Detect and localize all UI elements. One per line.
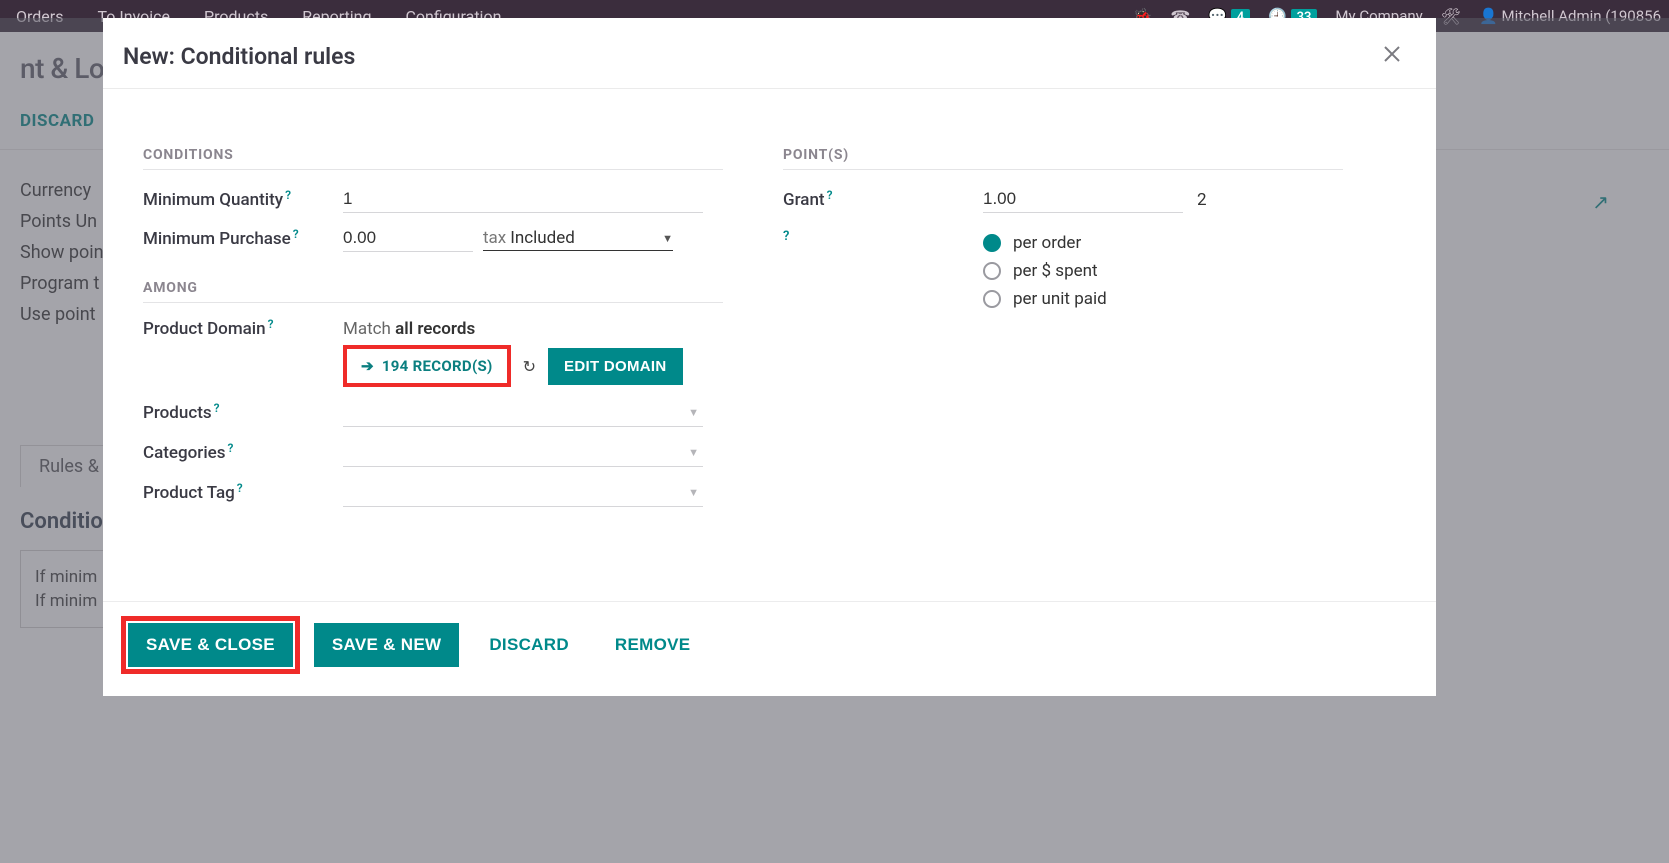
help-icon[interactable]: ? — [268, 317, 274, 331]
help-icon[interactable]: ? — [237, 481, 243, 495]
save-new-button[interactable]: SAVE & NEW — [314, 623, 459, 667]
radio-per-dollar[interactable]: per $ spent — [983, 261, 1107, 281]
min-purchase-label: Minimum Purchase — [143, 229, 291, 249]
min-quantity-label: Minimum Quantity — [143, 190, 283, 210]
product-tag-row: Product Tag? ▼ — [143, 479, 723, 507]
arrow-right-icon: ➔ — [361, 357, 374, 375]
conditional-rules-modal: New: Conditional rules CONDITIONS Minimu… — [103, 18, 1436, 696]
among-heading: AMONG — [143, 280, 723, 303]
product-tag-select[interactable]: ▼ — [343, 479, 703, 507]
edit-domain-button[interactable]: EDIT DOMAIN — [548, 348, 682, 385]
radio-per-order-label: per order — [1013, 233, 1081, 253]
min-quantity-row: Minimum Quantity? — [143, 186, 723, 213]
grant-input[interactable] — [983, 186, 1183, 213]
help-icon[interactable]: ? — [228, 441, 234, 455]
help-icon[interactable]: ? — [214, 401, 220, 415]
min-purchase-input[interactable] — [343, 225, 473, 252]
chevron-down-icon: ▼ — [688, 406, 703, 419]
grant-suffix: 2 — [1197, 190, 1207, 210]
grant-row: Grant? 2 — [783, 186, 1343, 213]
modal-footer: SAVE & CLOSE SAVE & NEW DISCARD REMOVE — [103, 601, 1436, 696]
help-icon[interactable]: ? — [827, 188, 833, 202]
save-close-button[interactable]: SAVE & CLOSE — [128, 623, 293, 667]
radio-per-dollar-label: per $ spent — [1013, 261, 1098, 281]
close-icon[interactable] — [1380, 42, 1404, 70]
chevron-down-icon: ▼ — [662, 232, 673, 245]
products-row: Products? ▼ — [143, 399, 723, 427]
help-icon[interactable]: ? — [783, 229, 789, 244]
tax-label: tax — [483, 228, 506, 248]
min-quantity-input[interactable] — [343, 186, 703, 213]
categories-label: Categories — [143, 443, 226, 463]
highlight-save-close: SAVE & CLOSE — [121, 616, 300, 674]
domain-match-text: Match all records — [343, 319, 683, 339]
min-purchase-row: Minimum Purchase? tax Included ▼ — [143, 225, 723, 252]
help-icon[interactable]: ? — [293, 227, 299, 241]
grant-basis-row: ? per order per $ spent per unit paid — [783, 225, 1343, 317]
radio-per-order[interactable]: per order — [983, 233, 1107, 253]
grant-label: Grant — [783, 190, 825, 210]
chevron-down-icon: ▼ — [688, 446, 703, 459]
categories-row: Categories? ▼ — [143, 439, 723, 467]
tax-select[interactable]: tax Included ▼ — [483, 226, 673, 251]
help-icon[interactable]: ? — [285, 188, 291, 202]
products-label: Products — [143, 403, 212, 423]
points-heading: POINT(S) — [783, 147, 1343, 170]
highlight-records: ➔ 194 RECORD(S) — [343, 345, 511, 387]
refresh-icon[interactable]: ↻ — [523, 357, 536, 376]
radio-dot-icon — [983, 262, 1001, 280]
discard-button[interactable]: DISCARD — [473, 623, 585, 667]
chevron-down-icon: ▼ — [688, 486, 703, 499]
records-link[interactable]: ➔ 194 RECORD(S) — [349, 351, 505, 381]
product-domain-row: Product Domain? Match all records ➔ 194 … — [143, 319, 723, 387]
radio-per-unit-label: per unit paid — [1013, 289, 1107, 309]
records-count-label: 194 RECORD(S) — [382, 357, 493, 375]
modal-header: New: Conditional rules — [103, 18, 1436, 89]
tax-value: Included — [510, 228, 662, 248]
conditions-heading: CONDITIONS — [143, 147, 723, 170]
radio-per-unit[interactable]: per unit paid — [983, 289, 1107, 309]
radio-dot-icon — [983, 234, 1001, 252]
products-select[interactable]: ▼ — [343, 399, 703, 427]
modal-title: New: Conditional rules — [123, 43, 355, 70]
categories-select[interactable]: ▼ — [343, 439, 703, 467]
radio-dot-icon — [983, 290, 1001, 308]
product-domain-label: Product Domain — [143, 319, 266, 339]
product-tag-label: Product Tag — [143, 483, 235, 503]
remove-button[interactable]: REMOVE — [599, 623, 706, 667]
